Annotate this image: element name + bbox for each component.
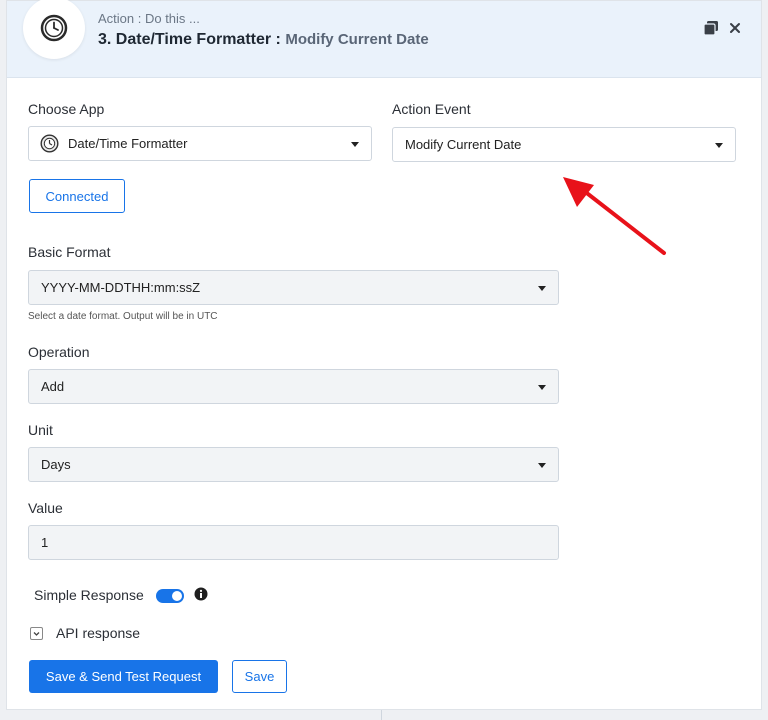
unit-label: Unit (28, 422, 53, 438)
chevron-down-icon (538, 286, 546, 291)
unit-select[interactable]: Days (28, 447, 559, 482)
toggle-knob (172, 591, 182, 601)
basic-format-value: YYYY-MM-DDTHH:mm:ssZ (41, 280, 201, 295)
basic-format-label: Basic Format (28, 244, 111, 260)
simple-response-toggle[interactable] (156, 589, 184, 603)
annotation-arrow-icon (563, 177, 666, 255)
value-input-text: 1 (41, 535, 49, 550)
operation-label: Operation (28, 344, 90, 360)
divider (381, 710, 382, 720)
step-subtitle: Action : Do this ... (98, 11, 200, 26)
app-logo (23, 0, 85, 59)
api-response-label: API response (56, 625, 141, 641)
save-send-test-button[interactable]: Save & Send Test Request (29, 660, 218, 693)
step-title-app: 3. Date/Time Formatter : (98, 31, 281, 48)
chevron-down-icon (715, 143, 723, 148)
action-event-select[interactable]: Modify Current Date (392, 127, 736, 162)
value-label: Value (28, 500, 63, 516)
step-title: 3. Date/Time Formatter : Modify Current … (98, 31, 429, 49)
clock-icon (40, 14, 68, 42)
info-icon[interactable] (194, 587, 208, 601)
basic-format-select[interactable]: YYYY-MM-DDTHH:mm:ssZ (28, 270, 559, 305)
choose-app-label: Choose App (28, 101, 105, 117)
close-icon[interactable] (729, 21, 741, 40)
action-event-label: Action Event (392, 101, 471, 117)
chevron-down-icon (538, 385, 546, 390)
action-event-value: Modify Current Date (405, 137, 522, 152)
chevron-down-icon (351, 142, 359, 147)
step-title-event: Modify Current Date (285, 31, 429, 48)
save-button[interactable]: Save (232, 660, 287, 693)
chevron-down-icon (33, 632, 40, 636)
action-step-card: Action : Do this ... 3. Date/Time Format… (6, 0, 762, 710)
api-response-toggle[interactable] (30, 627, 43, 640)
operation-select[interactable]: Add (28, 369, 559, 404)
connected-button[interactable]: Connected (29, 179, 125, 213)
chevron-down-icon (538, 463, 546, 468)
unit-value: Days (41, 457, 71, 472)
basic-format-hint: Select a date format. Output will be in … (28, 311, 218, 322)
simple-response-label: Simple Response (34, 587, 144, 603)
choose-app-value: Date/Time Formatter (68, 136, 188, 151)
step-header: Action : Do this ... 3. Date/Time Format… (7, 0, 761, 78)
copy-icon[interactable] (703, 21, 718, 40)
choose-app-select[interactable]: Date/Time Formatter (28, 126, 372, 161)
clock-icon (40, 134, 59, 153)
value-input[interactable]: 1 (28, 525, 559, 560)
operation-value: Add (41, 379, 65, 394)
